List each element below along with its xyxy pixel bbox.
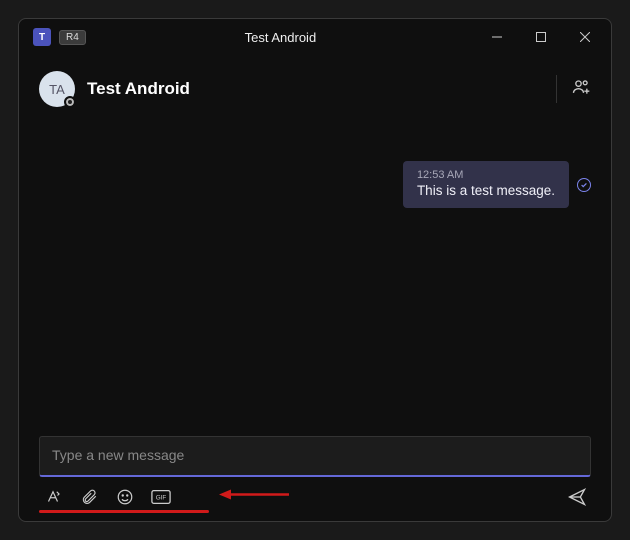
avatar[interactable]: TA [39, 71, 75, 107]
maximize-button[interactable] [519, 22, 563, 52]
message-input[interactable] [52, 447, 578, 463]
minimize-button[interactable] [475, 22, 519, 52]
annotation-underline [39, 510, 209, 513]
window-controls [475, 22, 607, 52]
teams-app-icon: T [33, 28, 51, 46]
gif-icon[interactable]: GIF [151, 487, 171, 507]
composer-area: GIF [19, 436, 611, 521]
message-timestamp: 12:53 AM [417, 169, 555, 181]
emoji-icon[interactable] [115, 487, 135, 507]
send-icon[interactable] [567, 487, 587, 507]
message-list: 12:53 AM This is a test message. [19, 121, 611, 436]
profile-badge[interactable]: R4 [59, 30, 86, 45]
annotation-arrow [219, 487, 289, 508]
message-text: This is a test message. [417, 183, 555, 198]
window-title: Test Android [86, 30, 475, 45]
format-icon[interactable] [43, 487, 63, 507]
close-button[interactable] [563, 22, 607, 52]
chat-window: T R4 Test Android TA Test Android [18, 18, 612, 522]
header-actions [556, 75, 591, 103]
read-receipt-icon [577, 178, 591, 192]
composer-toolbar: GIF [39, 487, 591, 507]
message-composer[interactable] [39, 436, 591, 477]
message-row: 12:53 AM This is a test message. [39, 161, 591, 208]
message-bubble[interactable]: 12:53 AM This is a test message. [403, 161, 569, 208]
svg-text:GIF: GIF [156, 495, 167, 502]
presence-indicator [64, 96, 76, 108]
avatar-initials: TA [49, 82, 65, 97]
attach-icon[interactable] [79, 487, 99, 507]
chat-header: TA Test Android [19, 55, 611, 121]
titlebar: T R4 Test Android [19, 19, 611, 55]
add-people-icon[interactable] [571, 77, 591, 102]
chat-title: Test Android [87, 79, 556, 99]
